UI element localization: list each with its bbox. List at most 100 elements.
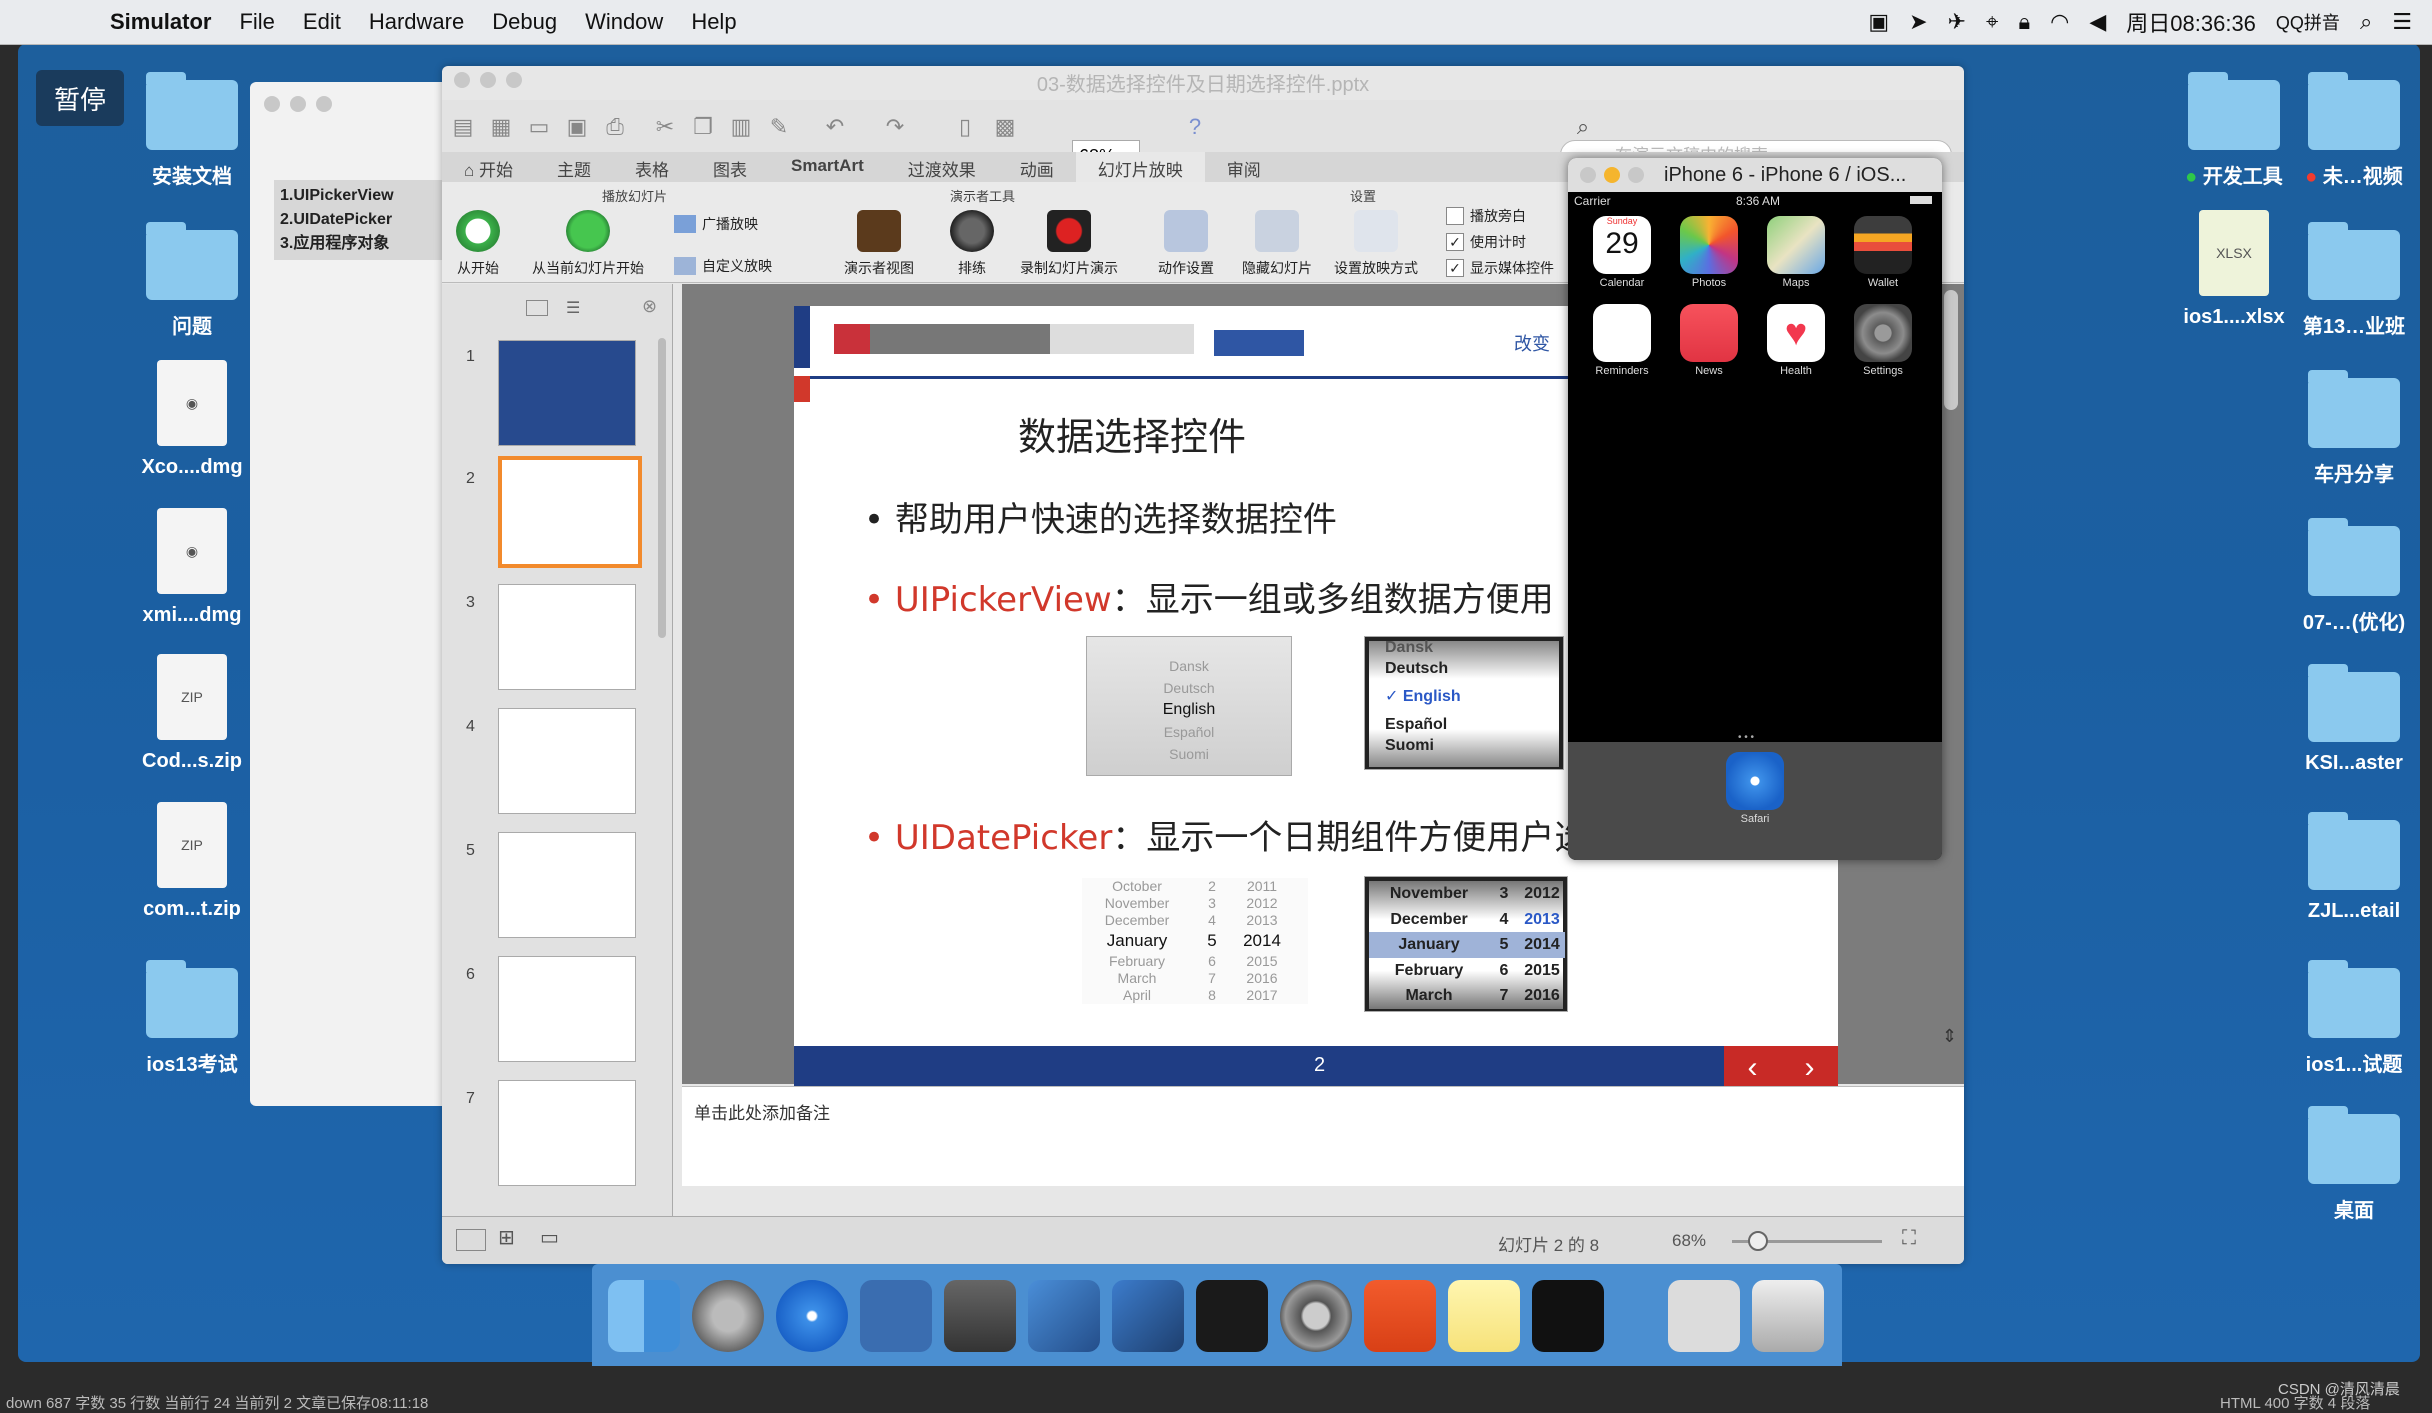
tab-themes[interactable]: 主题	[535, 152, 613, 182]
undo-icon[interactable]: ↶	[822, 114, 848, 140]
lock-icon[interactable]: 🔒︎	[2018, 9, 2030, 35]
desktop-icon[interactable]: ● 未…视频	[2274, 72, 2432, 189]
app-health[interactable]: ♥ Health	[1766, 304, 1826, 377]
minimize-window-button[interactable]	[1604, 167, 1620, 183]
desktop-icon[interactable]: ZJL...etail	[2274, 812, 2432, 923]
help-icon[interactable]: ?	[1182, 114, 1208, 140]
menu-app-name[interactable]: Simulator	[110, 9, 211, 35]
format-painter-icon[interactable]: ✎	[766, 114, 792, 140]
screen-record-icon[interactable]: ▣	[1868, 9, 1889, 35]
header-link[interactable]: 改变	[1514, 330, 1550, 356]
wifi-icon[interactable]: ◠	[2050, 9, 2069, 35]
thumbnail-scrollbar[interactable]	[658, 338, 666, 638]
desktop-icon[interactable]: KSI...aster	[2274, 664, 2432, 775]
tab-smartart[interactable]: SmartArt	[769, 152, 886, 182]
zoom-slider-thumb[interactable]	[1748, 1231, 1768, 1251]
app-news[interactable]: News	[1679, 304, 1739, 377]
mouse-icon[interactable]	[860, 1280, 932, 1352]
console-exec-icon[interactable]	[1532, 1280, 1604, 1352]
minimize-window-button[interactable]	[290, 96, 306, 112]
desktop-icon[interactable]: ZIP Cod...s.zip	[112, 654, 272, 773]
menu-edit[interactable]: Edit	[303, 9, 341, 35]
slide-scrollbar[interactable]	[1944, 290, 1958, 410]
desktop-icon[interactable]: 桌面	[2274, 1106, 2432, 1223]
app-maps[interactable]: Maps	[1766, 216, 1826, 289]
presenter-view-button[interactable]: 演示者视图	[844, 210, 914, 278]
hide-slide-button[interactable]: 隐藏幻灯片	[1242, 210, 1312, 278]
app-reminders[interactable]: Reminders	[1592, 304, 1652, 377]
record-slideshow-button[interactable]: 录制幻灯片演示	[1020, 210, 1118, 278]
app-wallet[interactable]: Wallet	[1853, 216, 1913, 289]
rehearse-button[interactable]: 排练	[950, 210, 994, 278]
notes-pane[interactable]: 单击此处添加备注	[682, 1086, 1964, 1186]
copy-icon[interactable]: ❐	[690, 114, 716, 140]
close-panel-icon[interactable]: ⊗	[642, 296, 657, 317]
notes-icon[interactable]	[1448, 1280, 1520, 1352]
slide-thumbnail[interactable]	[498, 832, 636, 938]
tab-review[interactable]: 审阅	[1205, 152, 1283, 182]
menu-help[interactable]: Help	[691, 9, 736, 35]
menu-file[interactable]: File	[239, 9, 274, 35]
print-icon[interactable]: ⎙	[602, 114, 628, 140]
custom-show-button[interactable]: 自定义放映	[674, 256, 772, 276]
app-calendar[interactable]: Sunday 29 Calendar	[1592, 216, 1652, 289]
tab-charts[interactable]: 图表	[691, 152, 769, 182]
desktop-icon[interactable]: ◉ xmi....dmg	[112, 508, 272, 627]
new-icon[interactable]: ▤	[450, 114, 476, 140]
slide-thumbnail[interactable]	[498, 584, 636, 690]
location-icon[interactable]: ➤	[1909, 9, 1927, 35]
fit-to-window-icon[interactable]: ⛶	[1902, 1227, 1916, 1250]
slide-thumbnail[interactable]	[498, 1080, 636, 1186]
new-slide-icon[interactable]: ▩	[992, 114, 1018, 140]
xcode-icon[interactable]	[1028, 1280, 1100, 1352]
notification-center-icon[interactable]: ☰	[2392, 9, 2412, 35]
powerpoint-icon[interactable]	[1364, 1280, 1436, 1352]
gallery-icon[interactable]: ▦	[488, 114, 514, 140]
menu-hardware[interactable]: Hardware	[369, 9, 464, 35]
slide-show-icon[interactable]: ▭	[540, 1225, 559, 1250]
paste-icon[interactable]: ▥	[728, 114, 754, 140]
terminal-icon[interactable]	[1196, 1280, 1268, 1352]
network-icon[interactable]: ⌖	[1986, 9, 1998, 35]
desktop-icon[interactable]: 第13…业班	[2274, 222, 2432, 339]
slide-layout-icon[interactable]: ▯	[952, 114, 978, 140]
desktop-icon[interactable]: 车丹分享	[2274, 370, 2432, 487]
clock[interactable]: 周日08:36:36	[2126, 6, 2256, 38]
xcode-beta-icon[interactable]	[1112, 1280, 1184, 1352]
desktop-icon[interactable]: ZIP com...t.zip	[112, 802, 272, 921]
slide-thumbnail[interactable]	[498, 708, 636, 814]
desktop-icon[interactable]: ios13考试	[112, 960, 272, 1077]
cut-icon[interactable]: ✂	[652, 114, 678, 140]
desktop-icon[interactable]: 安装文档	[112, 72, 272, 189]
tab-tables[interactable]: 表格	[613, 152, 691, 182]
tab-animations[interactable]: 动画	[998, 152, 1076, 182]
broadcast-button[interactable]: 广播放映	[674, 214, 758, 234]
open-icon[interactable]: ▭	[526, 114, 552, 140]
play-from-current-button[interactable]: 从当前幻灯片开始	[532, 210, 644, 278]
slide-sorter-icon[interactable]: ⊞	[498, 1225, 515, 1250]
normal-view-icon[interactable]	[526, 300, 548, 316]
zoom-window-button[interactable]	[1628, 167, 1644, 183]
play-from-start-button[interactable]: 从开始	[456, 210, 500, 278]
imovie-icon[interactable]	[944, 1280, 1016, 1352]
spotlight-search-icon[interactable]: ⌕	[2360, 9, 2372, 35]
tab-slide-show[interactable]: 幻灯片放映	[1075, 152, 1205, 182]
redo-icon[interactable]: ↷	[882, 114, 908, 140]
menu-debug[interactable]: Debug	[492, 9, 557, 35]
app-settings[interactable]: Settings	[1853, 304, 1913, 377]
ios-simulator-window[interactable]: iPhone 6 - iPhone 6 / iOS... Carrier 8:3…	[1568, 158, 1942, 860]
iphone-home-screen[interactable]: Carrier 8:36 AM Sunday 29 Calendar Photos…	[1568, 192, 1942, 743]
trash-icon[interactable]	[1752, 1280, 1824, 1352]
show-media-controls-checkbox[interactable]: ✓ 显示媒体控件	[1446, 258, 1554, 278]
launchpad-rocket-icon[interactable]	[692, 1280, 764, 1352]
desktop-icon[interactable]: ios1...试题	[2274, 960, 2432, 1077]
save-icon[interactable]: ▣	[564, 114, 590, 140]
slide-thumbnail[interactable]	[498, 956, 636, 1062]
next-page-arrows-icon[interactable]: ⇕	[1942, 1026, 1957, 1047]
next-slide-icon[interactable]: ›	[1805, 1051, 1815, 1085]
finder-icon[interactable]	[608, 1280, 680, 1352]
app-photos[interactable]: Photos	[1679, 216, 1739, 289]
zoom-window-button[interactable]	[316, 96, 332, 112]
desktop-icon[interactable]: 07-…(优化)	[2274, 518, 2432, 635]
use-timings-checkbox[interactable]: ✓ 使用计时	[1446, 232, 1526, 252]
